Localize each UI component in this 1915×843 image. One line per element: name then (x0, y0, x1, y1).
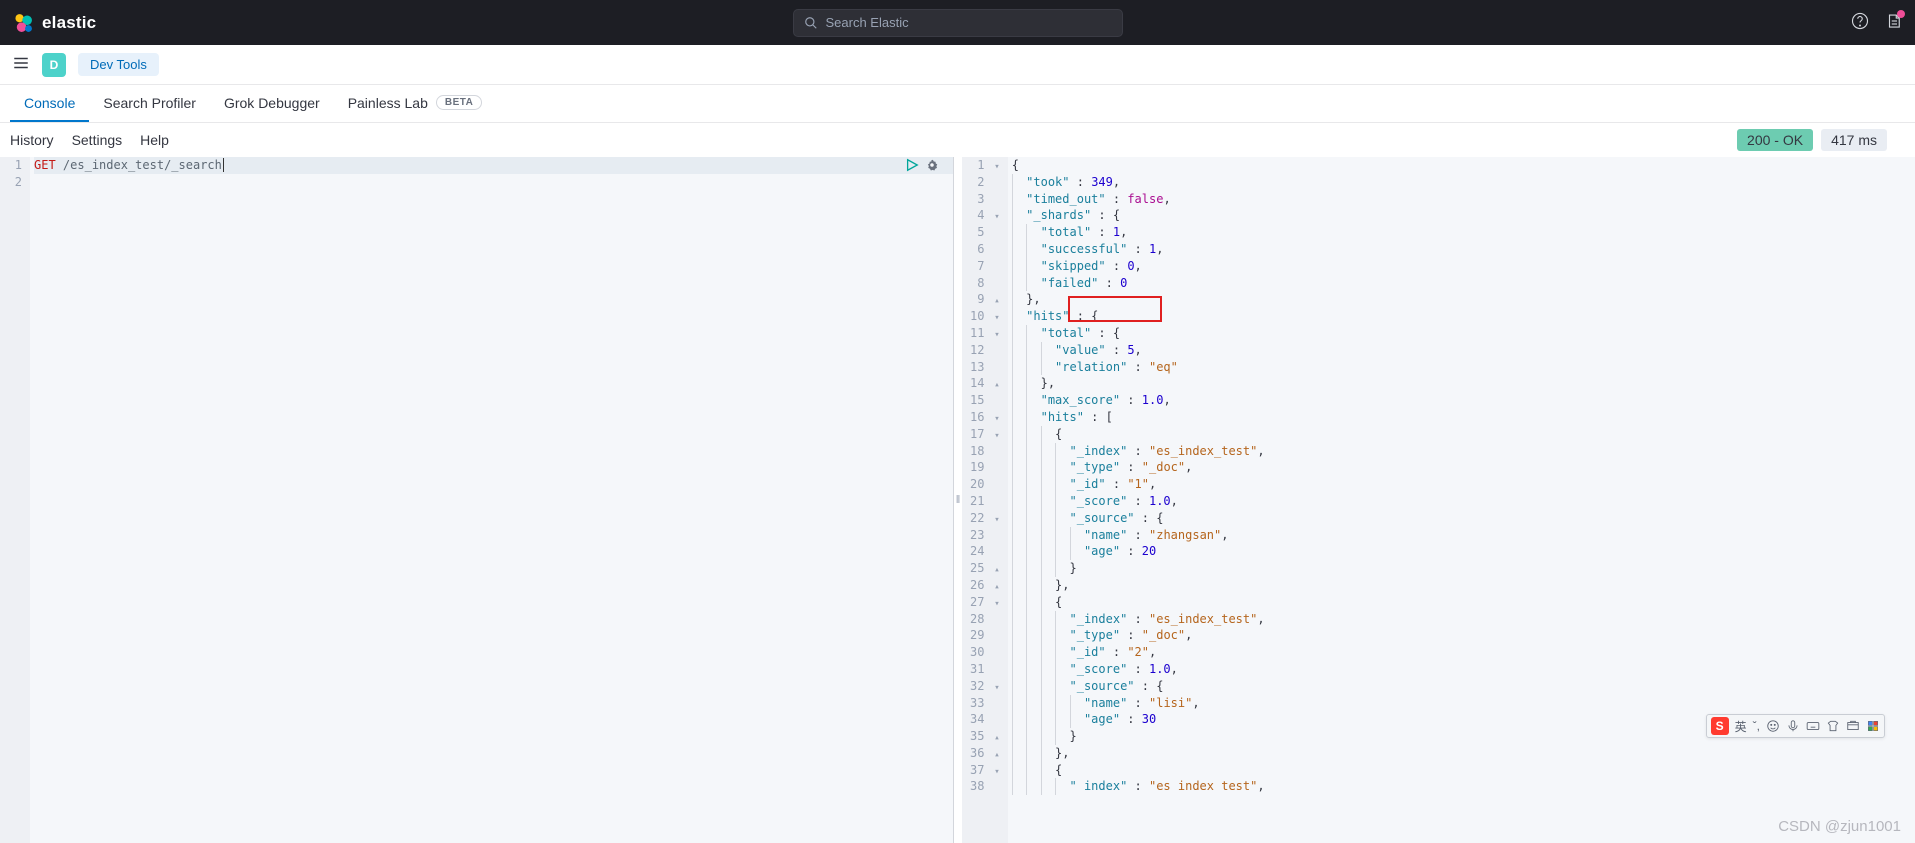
response-line: "timed_out" : false, (1012, 191, 1915, 208)
response-line: { (1012, 762, 1915, 779)
response-line: "age" : 20 (1012, 543, 1915, 560)
elastic-logo-icon (12, 12, 34, 34)
response-line: "_score" : 1.0, (1012, 493, 1915, 510)
tab-grok[interactable]: Grok Debugger (210, 85, 334, 122)
brand-logo[interactable]: elastic (12, 12, 96, 34)
ime-punct[interactable]: ˇ, (1753, 719, 1760, 733)
request-options-icon[interactable] (925, 158, 939, 177)
request-editor[interactable]: 12 GET /es_index_test/_search (0, 157, 954, 843)
response-line: "hits" : [ (1012, 409, 1915, 426)
response-line: "_source" : { (1012, 678, 1915, 695)
search-placeholder: Search Elastic (826, 15, 909, 30)
pane-splitter[interactable] (954, 157, 962, 843)
response-gutter: 1 ▾2 3 4 ▾5 6 7 8 9 ▴10 ▾11 ▾12 13 14 ▴1… (962, 157, 1008, 843)
tab-label: Grok Debugger (224, 95, 320, 111)
response-line: } (1012, 560, 1915, 577)
tab-label: Painless Lab (348, 95, 428, 111)
response-line: "value" : 5, (1012, 342, 1915, 359)
response-line: }, (1012, 745, 1915, 762)
response-viewer[interactable]: 1 ▾2 3 4 ▾5 6 7 8 9 ▴10 ▾11 ▾12 13 14 ▴1… (962, 157, 1915, 843)
response-line: " index" : "es index test", (1012, 778, 1915, 795)
response-line: "_index" : "es_index_test", (1012, 443, 1915, 460)
response-line: "skipped" : 0, (1012, 258, 1915, 275)
hamburger-menu-icon[interactable] (12, 54, 30, 75)
response-line: "_shards" : { (1012, 207, 1915, 224)
request-gutter: 12 (0, 157, 30, 843)
keyboard-icon[interactable] (1806, 719, 1820, 733)
response-line: "_id" : "2", (1012, 644, 1915, 661)
request-method: GET (34, 158, 56, 172)
response-line: }, (1012, 291, 1915, 308)
response-line: "name" : "zhangsan", (1012, 527, 1915, 544)
grid-icon[interactable] (1866, 719, 1880, 733)
response-line: }, (1012, 375, 1915, 392)
response-line: "_score" : 1.0, (1012, 661, 1915, 678)
response-line: "relation" : "eq" (1012, 359, 1915, 376)
response-line: "took" : 349, (1012, 174, 1915, 191)
help-link[interactable]: Help (140, 132, 169, 148)
skin-icon[interactable] (1826, 719, 1840, 733)
toolbox-icon[interactable] (1846, 719, 1860, 733)
mic-icon[interactable] (1786, 719, 1800, 733)
tab-label: Console (24, 95, 75, 111)
breadcrumb-devtools[interactable]: Dev Tools (78, 53, 159, 76)
response-line: "max_score" : 1.0, (1012, 392, 1915, 409)
response-line: { (1012, 157, 1915, 174)
history-link[interactable]: History (10, 132, 54, 148)
response-line: "_type" : "_doc", (1012, 627, 1915, 644)
top-header: elastic Search Elastic (0, 0, 1915, 45)
newsfeed-icon[interactable] (1885, 12, 1903, 33)
nav-bar: D Dev Tools (0, 45, 1915, 85)
response-line: "name" : "lisi", (1012, 695, 1915, 712)
response-line: "hits" : { (1012, 308, 1915, 325)
response-status-badge: 200 - OK (1737, 129, 1813, 151)
response-line: "total" : { (1012, 325, 1915, 342)
tab-painless[interactable]: Painless Lab BETA (334, 85, 497, 122)
search-icon (804, 16, 818, 30)
global-search[interactable]: Search Elastic (793, 9, 1123, 37)
console-toolbar: History Settings Help 200 - OK 417 ms (0, 123, 1915, 157)
response-line: "total" : 1, (1012, 224, 1915, 241)
tab-console[interactable]: Console (10, 85, 89, 122)
beta-badge: BETA (436, 95, 482, 110)
response-latency-badge: 417 ms (1821, 129, 1887, 151)
request-path: /es_index_test/_search (63, 158, 224, 172)
help-menu-icon[interactable] (1851, 12, 1869, 33)
tab-profiler[interactable]: Search Profiler (89, 85, 210, 122)
response-line: "successful" : 1, (1012, 241, 1915, 258)
response-line: "failed" : 0 (1012, 275, 1915, 292)
response-line: { (1012, 594, 1915, 611)
response-line: "_source" : { (1012, 510, 1915, 527)
brand-name: elastic (42, 13, 96, 33)
response-line: }, (1012, 577, 1915, 594)
console-panes: 12 GET /es_index_test/_search 1 ▾2 3 4 ▾… (0, 157, 1915, 843)
response-line: { (1012, 426, 1915, 443)
response-line: "_index" : "es_index_test", (1012, 611, 1915, 628)
settings-link[interactable]: Settings (72, 132, 123, 148)
emoji-icon[interactable] (1766, 719, 1780, 733)
response-line: "_id" : "1", (1012, 476, 1915, 493)
devtools-tabs: Console Search Profiler Grok Debugger Painl… (0, 85, 1915, 123)
sogou-logo-icon: S (1711, 717, 1729, 735)
response-line: "_type" : "_doc", (1012, 459, 1915, 476)
watermark-text: CSDN @zjun1001 (1778, 818, 1901, 835)
tab-label: Search Profiler (103, 95, 196, 111)
send-request-icon[interactable] (905, 158, 919, 177)
space-selector[interactable]: D (42, 53, 66, 77)
ime-toolbar[interactable]: S 英 ˇ, (1706, 714, 1885, 738)
ime-language[interactable]: 英 (1735, 718, 1747, 735)
